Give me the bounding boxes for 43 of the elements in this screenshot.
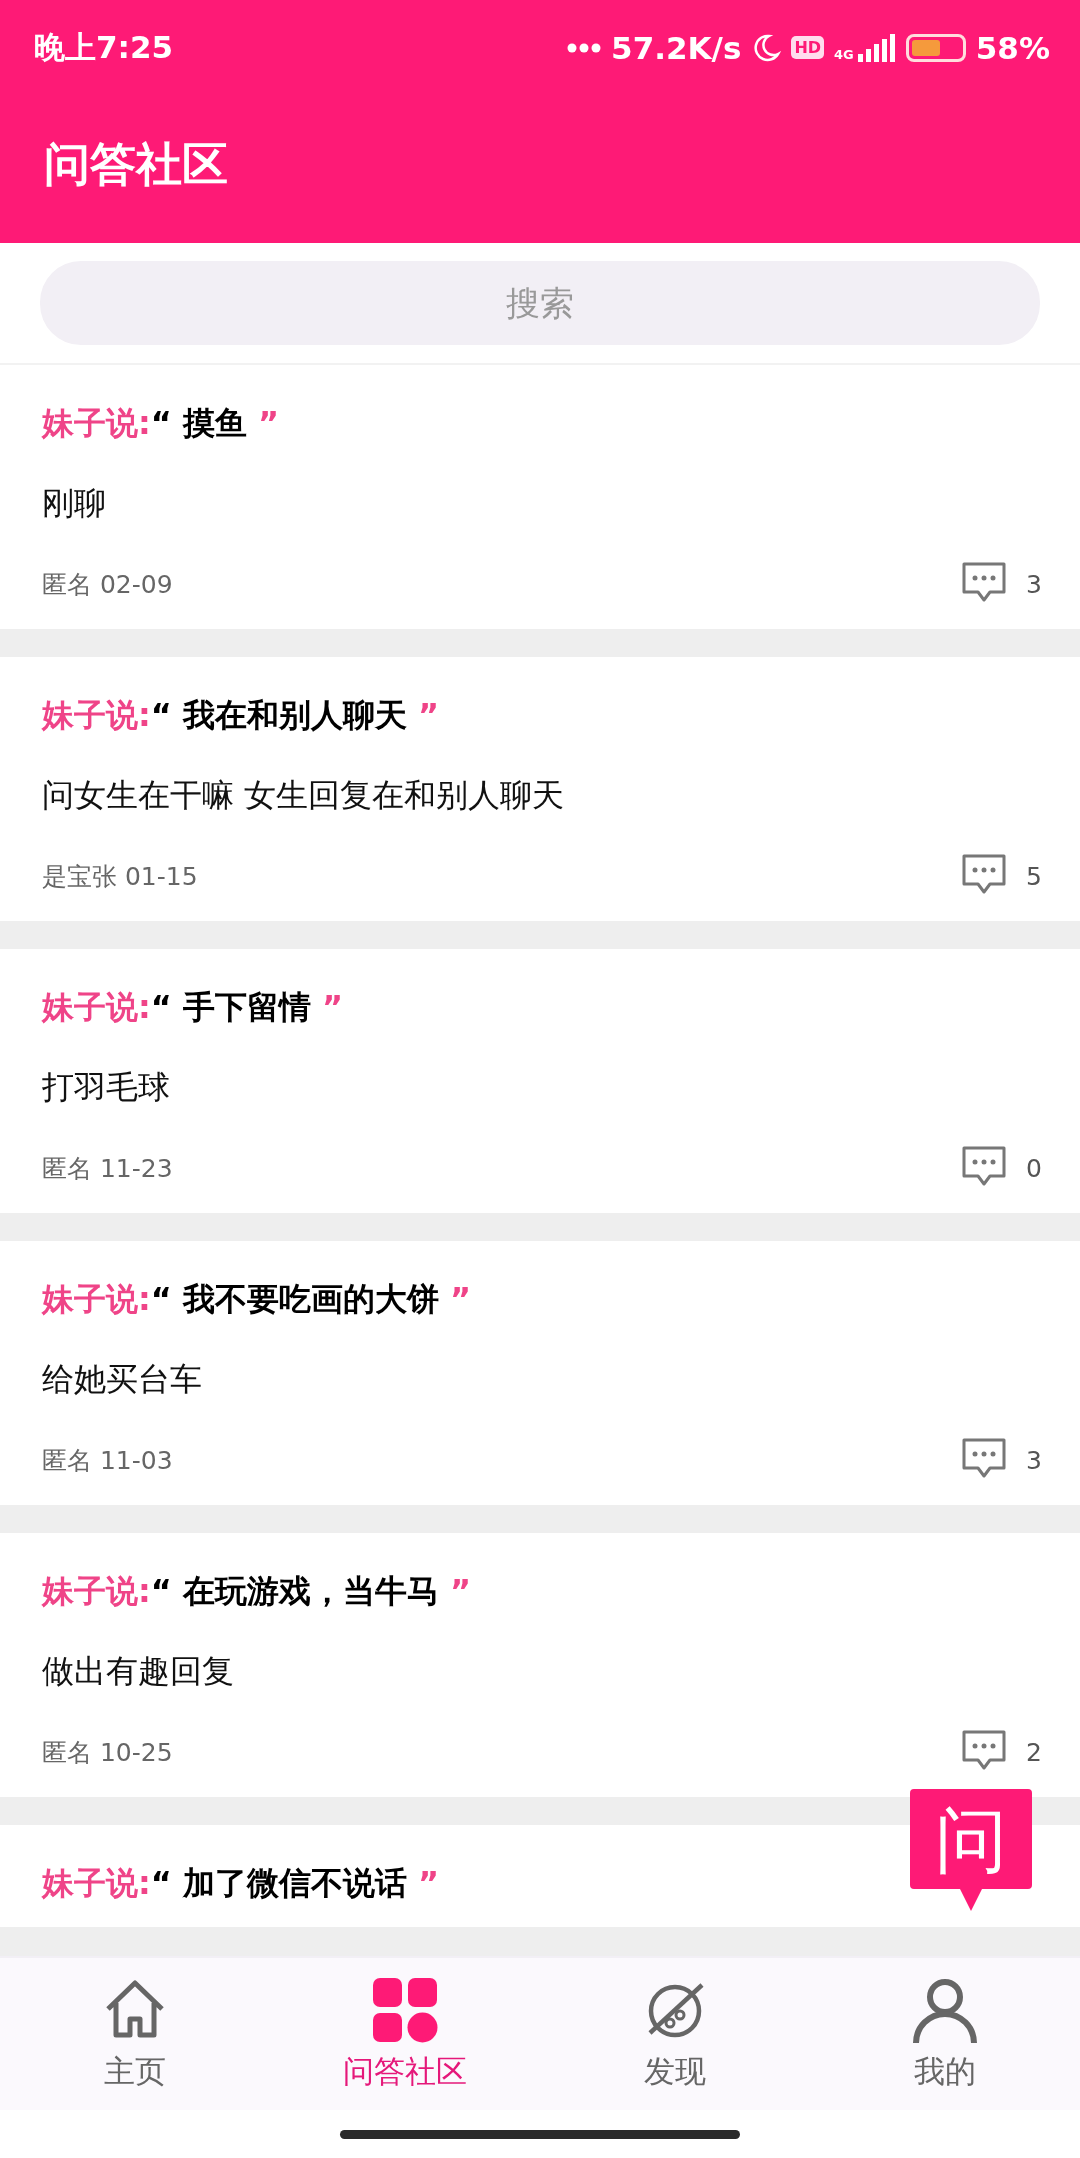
more-dots-icon (567, 42, 602, 53)
post-body: 给她买台车 (42, 1359, 203, 1400)
tab[interactable]: 主页 (0, 1958, 270, 2110)
tab[interactable]: 我的 (810, 1958, 1080, 2110)
hd-badge: HD (791, 36, 825, 59)
post-card[interactable]: 妹子说:“ 在玩游戏，当牛马 ” 做出有趣回复 匿名 10-25 2 (0, 1533, 1080, 1797)
post-body: 问女生在干嘛 女生回复在和别人聊天 (42, 775, 566, 816)
comment-count: 5 (1026, 861, 1043, 891)
search-field[interactable]: 搜索 (40, 261, 1040, 345)
home-indicator[interactable] (340, 2129, 740, 2139)
grid-icon (370, 1975, 440, 2045)
signal-icon (855, 33, 896, 62)
comment-count: 3 (1026, 569, 1043, 599)
battery-percent: 58% (975, 29, 1050, 66)
comment-count: 2 (1026, 1737, 1043, 1767)
post-meta: 匿名 11-03 (42, 1444, 174, 1477)
network-type: 4G (834, 46, 854, 62)
post-title: 妹子说:“ 我不要吃画的大饼 ” (42, 1279, 473, 1320)
post-card[interactable]: 妹子说:“ 我不要吃画的大饼 ” 给她买台车 匿名 11-03 3 (0, 1241, 1080, 1505)
page-title: 问答社区 (44, 136, 228, 193)
post-meta: 是宝张 01-15 (42, 860, 199, 893)
post-body: 打羽毛球 (42, 1067, 171, 1108)
post-card[interactable]: 妹子说:“ 我在和别人聊天 ” 问女生在干嘛 女生回复在和别人聊天 是宝张 01-15 5 (0, 657, 1080, 921)
post-card[interactable]: 妹子说:“ 摸鱼 ” 刚聊 匿名 02-09 3 (0, 365, 1080, 629)
post-title: 妹子说:“ 加了微信不说话 ” (42, 1863, 441, 1904)
post-card[interactable]: 妹子说:“ 手下留情 ” 打羽毛球 匿名 11-23 0 (0, 949, 1080, 1213)
comment-count: 0 (1026, 1153, 1043, 1183)
post-meta: 匿名 02-09 (42, 568, 174, 601)
clock-time: 晚上7:25 (34, 27, 175, 67)
tab[interactable]: 发现 (540, 1958, 810, 2110)
post-title: 妹子说:“ 摸鱼 ” (42, 403, 281, 444)
comment-count: 3 (1026, 1445, 1043, 1475)
network-speed: 57.2K/s (611, 29, 742, 66)
tab[interactable]: 问答社区 (270, 1958, 540, 2110)
post-title: 妹子说:“ 手下留情 ” (42, 987, 345, 1028)
ask-button[interactable]: 问 (910, 1789, 1032, 1913)
post-meta: 匿名 11-23 (42, 1152, 174, 1185)
post-body: 刚聊 (42, 483, 107, 524)
post-title: 妹子说:“ 在玩游戏，当牛马 ” (42, 1571, 473, 1612)
post-body: 做出有趣回复 (42, 1651, 235, 1692)
post-title: 妹子说:“ 我在和别人聊天 ” (42, 695, 441, 736)
moon-icon (751, 32, 782, 63)
post-meta: 匿名 10-25 (42, 1736, 174, 1769)
